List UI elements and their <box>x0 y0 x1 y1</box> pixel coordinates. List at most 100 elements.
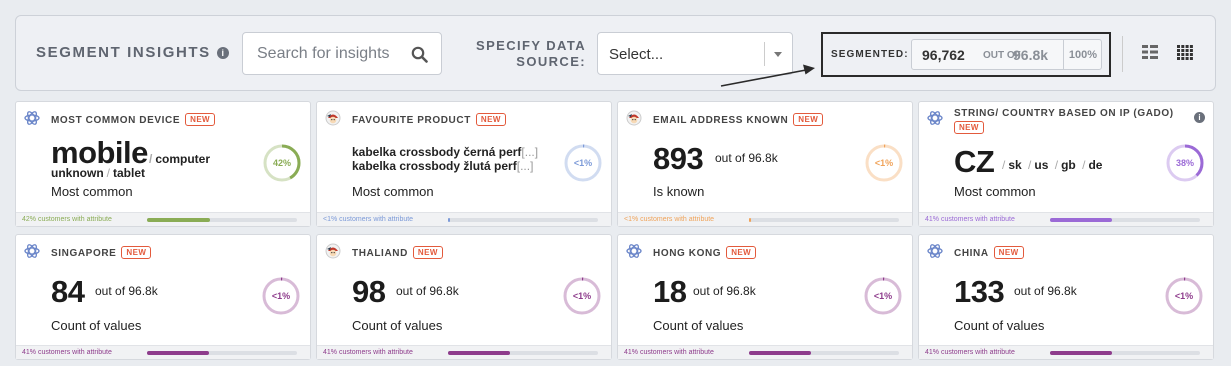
coverage-bar-fill <box>448 351 510 355</box>
card-sublabel: Is known <box>653 184 705 199</box>
product-ellipsis: [...] <box>521 145 539 159</box>
product-name: kabelka crossbody černá perf <box>352 145 522 159</box>
card-title-text: STRING/ COUNTRY BASED ON IP (GADO) <box>954 108 1174 119</box>
coverage-bar-fill <box>147 351 209 355</box>
segmented-total: 96.8k <box>1013 47 1049 63</box>
coverage-bar <box>448 351 598 355</box>
search-box[interactable] <box>242 32 442 75</box>
data-source-value: Select... <box>609 46 664 63</box>
card-out-of: out of 96.8k <box>95 284 158 298</box>
other-value: gb <box>1061 158 1076 172</box>
other-value: sk <box>1008 158 1022 172</box>
info-icon[interactable]: i <box>1194 112 1205 123</box>
card-out-of: out of 96.8k <box>715 151 778 165</box>
new-badge: NEW <box>185 113 216 126</box>
mascot-source-icon <box>325 110 341 131</box>
ring-label: <1% <box>1174 291 1194 301</box>
segment-source-icon <box>24 243 40 264</box>
other-value: de <box>1088 158 1103 172</box>
coverage-bar <box>749 351 899 355</box>
product-list: kabelka crossbody černá perf[...] kabelk… <box>352 145 538 173</box>
footer-text: 41% customers with attribute <box>624 349 714 356</box>
segmented-counter: 96,762 OUT OF 96.8k 100% <box>911 39 1102 70</box>
insight-card-country-by-ip[interactable]: STRING/ COUNTRY BASED ON IP (GADO) NEW i… <box>918 101 1214 227</box>
page-title: SEGMENT INSIGHTS i <box>36 44 229 61</box>
ring-label: <1% <box>573 158 593 168</box>
segment-source-icon <box>927 243 943 264</box>
coverage-bar <box>147 351 297 355</box>
new-badge: NEW <box>954 121 984 134</box>
card-sublabel: Most common <box>51 184 133 199</box>
card-title: EMAIL ADDRESS KNOWN NEW <box>653 113 824 126</box>
chevron-down-icon[interactable] <box>774 52 782 57</box>
card-title: CHINA NEW <box>954 246 1024 259</box>
footer-text: 41% customers with attribute <box>925 349 1015 356</box>
card-title: THALIAND NEW <box>352 246 443 259</box>
new-badge: NEW <box>475 113 506 126</box>
coverage-bar-fill <box>147 218 210 222</box>
percent-ring: <1% <box>864 143 904 183</box>
card-other-values: / computer <box>149 152 211 166</box>
card-title: MOST COMMON DEVICE NEW <box>51 113 216 126</box>
search-input[interactable] <box>257 44 407 64</box>
segmented-percent: 100% <box>1063 40 1102 69</box>
data-source-label: SPECIFY DATA SOURCE: <box>476 38 586 69</box>
card-title: FAVOURITE PRODUCT NEW <box>352 113 506 126</box>
card-main-value: 98 <box>352 274 386 309</box>
coverage-bar-fill <box>749 351 811 355</box>
coverage-bar-fill <box>1050 351 1112 355</box>
card-main-value: CZ <box>954 144 995 179</box>
segmented-summary: SEGMENTED: 96,762 OUT OF 96.8k 100% <box>821 32 1111 77</box>
card-sublabel: Most common <box>352 184 434 199</box>
segmented-count: 96,762 <box>922 47 965 63</box>
card-main-value: 133 <box>954 274 1005 309</box>
percent-ring: <1% <box>563 143 603 183</box>
card-out-of: out of 96.8k <box>396 284 459 298</box>
card-other-values-2: unknown / tablet <box>51 166 146 180</box>
card-footer: 42% customers with attribute <box>16 212 310 226</box>
insight-card-most-common-device[interactable]: MOST COMMON DEVICE NEW mobile / computer u… <box>15 101 311 227</box>
coverage-bar-fill <box>448 218 451 222</box>
insights-toolbar: SEGMENT INSIGHTS i SPECIFY DATA SOURCE: … <box>15 15 1216 91</box>
footer-text: 42% customers with attribute <box>22 216 112 223</box>
info-icon[interactable]: i <box>216 46 229 59</box>
page-title-text: SEGMENT INSIGHTS <box>36 44 211 61</box>
insight-card-favourite-product[interactable]: FAVOURITE PRODUCT NEW kabelka crossbody č… <box>316 101 612 227</box>
ring-label: <1% <box>874 158 894 168</box>
footer-text: <1% customers with attribute <box>323 216 414 223</box>
annotation-arrow-icon <box>720 64 815 87</box>
segment-source-icon <box>626 243 642 264</box>
insight-card-china[interactable]: CHINA NEW 133 out of 96.8k Count of value… <box>918 234 1214 360</box>
coverage-bar-fill <box>1050 218 1112 222</box>
ring-label: 38% <box>1175 158 1194 168</box>
list-view-icon[interactable] <box>1142 45 1158 59</box>
insight-card-singapore[interactable]: SINGAPORE NEW 84 out of 96.8k Count of va… <box>15 234 311 360</box>
grid-view-icon[interactable] <box>1177 45 1193 60</box>
card-title: STRING/ COUNTRY BASED ON IP (GADO) <box>954 108 1174 119</box>
insight-card-email-address-known[interactable]: EMAIL ADDRESS KNOWN NEW 893 out of 96.8k … <box>617 101 913 227</box>
card-title-text: HONG KONG <box>653 248 722 259</box>
card-title-text: THALIAND <box>352 248 408 259</box>
new-badge: NEW <box>793 113 824 126</box>
card-title-text: MOST COMMON DEVICE <box>51 115 181 126</box>
insight-card-thaliand[interactable]: THALIAND NEW 98 out of 96.8k Count of val… <box>316 234 612 360</box>
percent-ring: <1% <box>1164 276 1204 316</box>
segment-source-icon <box>24 110 40 131</box>
card-sublabel: Count of values <box>51 318 142 333</box>
new-badge: NEW <box>412 246 443 259</box>
footer-text: 41% customers with attribute <box>323 349 413 356</box>
new-badge: NEW <box>993 246 1024 259</box>
card-footer: <1% customers with attribute <box>317 212 611 226</box>
insight-card-hong-kong[interactable]: HONG KONG NEW 18 out of 96.8k Count of va… <box>617 234 913 360</box>
card-title: HONG KONG NEW <box>653 246 757 259</box>
other-value: tablet <box>113 166 146 180</box>
search-icon[interactable] <box>411 46 428 63</box>
segment-source-icon <box>927 110 943 131</box>
ring-label: <1% <box>572 291 592 301</box>
card-sublabel: Count of values <box>954 318 1045 333</box>
ring-label: <1% <box>873 291 893 301</box>
card-out-of: out of 96.8k <box>1014 284 1077 298</box>
mascot-source-icon <box>626 110 642 131</box>
other-value: unknown <box>51 166 104 180</box>
coverage-bar <box>1050 351 1200 355</box>
